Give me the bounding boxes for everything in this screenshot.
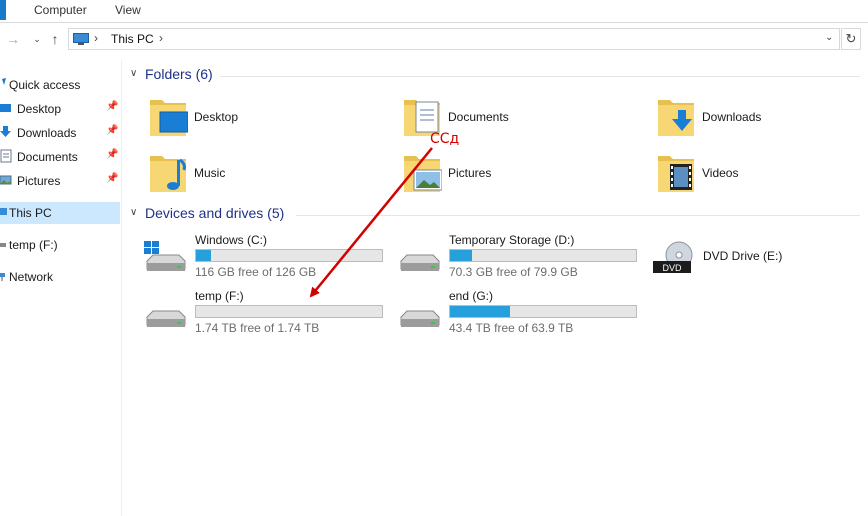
drive-icon bbox=[400, 310, 440, 327]
devices-group-title: Devices and drives (5) bbox=[145, 205, 285, 221]
breadcrumb-this-pc[interactable]: This PC bbox=[111, 32, 154, 46]
breadcrumb-separator[interactable]: › bbox=[159, 31, 163, 45]
sidebar-item-desktop[interactable]: Desktop 📌 bbox=[0, 98, 120, 120]
sidebar-item-label: Documents bbox=[17, 150, 78, 164]
breadcrumb-separator[interactable]: › bbox=[94, 31, 98, 45]
windows-drive-icon bbox=[144, 241, 186, 271]
drive-usage-bar bbox=[195, 305, 383, 318]
dvd-badge: DVD bbox=[662, 263, 682, 273]
desktop-icon bbox=[0, 104, 11, 112]
sidebar-item-temp-f[interactable]: temp (F:) bbox=[0, 234, 120, 256]
sidebar-item-documents[interactable]: Documents 📌 bbox=[0, 146, 120, 168]
address-dropdown-icon[interactable]: ⌄ bbox=[825, 32, 833, 43]
download-icon bbox=[0, 126, 11, 137]
folders-group-title: Folders (6) bbox=[145, 66, 213, 82]
refresh-icon: ↻ bbox=[845, 31, 857, 46]
drive-usage-fill bbox=[450, 250, 473, 261]
drive-name: Temporary Storage (D:) bbox=[449, 233, 575, 247]
pin-icon[interactable]: 📌 bbox=[106, 149, 118, 160]
sidebar-item-label: Network bbox=[9, 270, 54, 284]
drive-usage-bar bbox=[449, 249, 637, 262]
address-bar[interactable]: › This PC › ⌄ bbox=[68, 28, 840, 50]
folder-music[interactable]: Music bbox=[148, 152, 388, 196]
drive-free-space: 1.74 TB free of 1.74 TB bbox=[195, 321, 320, 335]
sidebar-item-this-pc[interactable]: This PC bbox=[0, 202, 120, 224]
group-divider bbox=[220, 76, 860, 77]
folder-name: Downloads bbox=[702, 110, 762, 124]
sidebar-item-label: Desktop bbox=[17, 102, 62, 116]
ribbon: Computer View bbox=[0, 0, 868, 22]
folder-pictures[interactable]: Pictures bbox=[402, 152, 642, 196]
collapse-chevron-icon[interactable]: ∨ bbox=[130, 207, 137, 218]
recent-locations-chevron-icon[interactable]: ⌄ bbox=[28, 29, 46, 49]
drive-end-g[interactable]: end (G:) 43.4 TB free of 63.9 TB bbox=[397, 289, 647, 337]
drive-icon bbox=[146, 310, 186, 327]
drive-name: DVD Drive (E:) bbox=[703, 249, 783, 263]
tab-view[interactable]: View bbox=[115, 3, 141, 17]
sidebar-item-downloads[interactable]: Downloads 📌 bbox=[0, 122, 120, 144]
pin-icon[interactable]: 📌 bbox=[106, 125, 118, 136]
sidebar-item-label: temp (F:) bbox=[9, 238, 58, 252]
sidebar-item-label: This PC bbox=[9, 206, 52, 220]
sidebar-item-label: Downloads bbox=[17, 126, 77, 140]
folder-name: Documents bbox=[448, 110, 509, 124]
drive-temp-f[interactable]: temp (F:) 1.74 TB free of 1.74 TB bbox=[143, 289, 393, 337]
folder-downloads[interactable]: Downloads bbox=[656, 96, 868, 140]
drive-usage-bar bbox=[195, 249, 383, 262]
desktop-folder-icon bbox=[150, 100, 188, 136]
sidebar-item-quick-access[interactable]: Quick access bbox=[0, 74, 120, 96]
computer-icon bbox=[73, 33, 89, 45]
pin-icon[interactable]: 📌 bbox=[106, 101, 118, 112]
videos-folder-icon bbox=[658, 156, 694, 192]
collapse-chevron-icon[interactable]: ∨ bbox=[130, 68, 137, 79]
sidebar-item-network[interactable]: Network bbox=[0, 266, 120, 288]
dvd-drive-icon: DVD bbox=[653, 241, 693, 273]
music-folder-icon bbox=[150, 156, 186, 192]
forward-arrow-icon[interactable]: → bbox=[4, 29, 22, 49]
sidebar-item-pictures[interactable]: Pictures 📌 bbox=[0, 170, 120, 192]
folder-videos[interactable]: Videos bbox=[656, 152, 868, 196]
folder-name: Pictures bbox=[448, 166, 492, 180]
drive-free-space: 116 GB free of 126 GB bbox=[195, 265, 317, 279]
drive-usage-fill bbox=[196, 250, 211, 261]
drive-name: end (G:) bbox=[449, 289, 494, 303]
refresh-button[interactable]: ↻ bbox=[841, 28, 861, 50]
navigation-bar: → ⌄ ↑ › This PC › ⌄ ↻ bbox=[0, 25, 868, 53]
group-divider bbox=[296, 215, 860, 216]
sidebar-item-label: Pictures bbox=[17, 174, 61, 188]
file-tab[interactable] bbox=[0, 0, 6, 20]
up-arrow-icon[interactable]: ↑ bbox=[46, 29, 64, 49]
navigation-pane: Quick access Desktop 📌 Downloads 📌 Docum… bbox=[0, 60, 122, 516]
pin-icon[interactable]: 📌 bbox=[106, 173, 118, 184]
documents-icon bbox=[0, 149, 12, 163]
downloads-folder-icon bbox=[658, 100, 694, 136]
folders-group-header[interactable]: ∨ Folders (6) bbox=[130, 66, 860, 86]
sidebar-item-label: Quick access bbox=[9, 78, 81, 92]
tab-computer[interactable]: Computer bbox=[34, 3, 87, 17]
devices-group-header[interactable]: ∨ Devices and drives (5) bbox=[130, 205, 860, 225]
drive-temporary-storage-d[interactable]: Temporary Storage (D:) 70.3 GB free of 7… bbox=[397, 233, 647, 281]
folder-name: Desktop bbox=[194, 110, 239, 124]
drive-icon bbox=[400, 254, 440, 271]
drive-free-space: 70.3 GB free of 79.9 GB bbox=[449, 265, 578, 279]
drive-name: Windows (C:) bbox=[195, 233, 268, 247]
folder-desktop[interactable]: Desktop bbox=[148, 96, 388, 140]
drive-dvd-e[interactable]: DVD DVD Drive (E:) bbox=[651, 233, 868, 281]
drive-free-space: 43.4 TB free of 63.9 TB bbox=[449, 321, 574, 335]
pictures-folder-icon bbox=[404, 156, 442, 192]
drive-usage-bar bbox=[449, 305, 637, 318]
pictures-icon bbox=[0, 175, 12, 185]
drive-name: temp (F:) bbox=[195, 289, 244, 303]
annotation-text: ССд bbox=[430, 131, 460, 147]
folder-name: Music bbox=[194, 166, 226, 180]
folder-name: Videos bbox=[702, 166, 739, 180]
drive-usage-fill bbox=[450, 306, 510, 317]
ribbon-divider bbox=[0, 22, 868, 23]
drive-windows-c[interactable]: Windows (C:) 116 GB free of 126 GB bbox=[143, 233, 393, 281]
